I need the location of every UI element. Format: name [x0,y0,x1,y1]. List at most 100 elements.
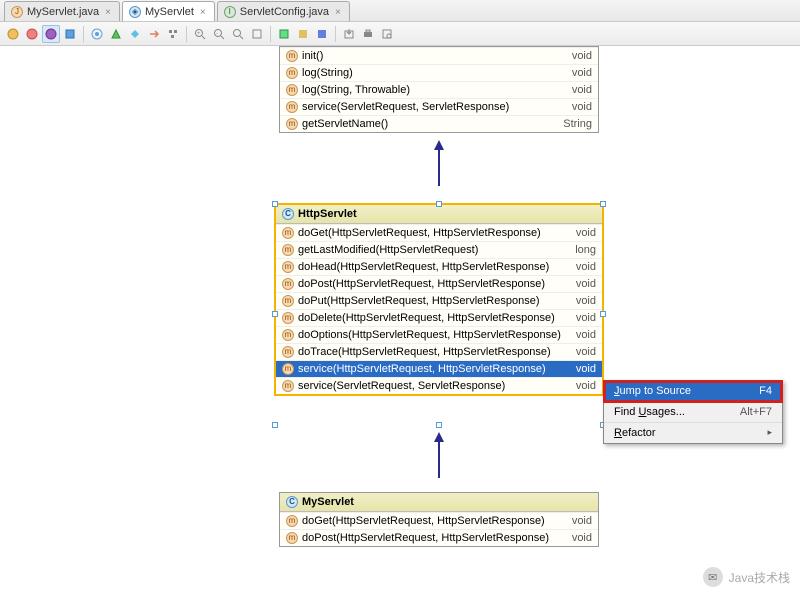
menu-label: Find Usages... [614,406,685,418]
method-icon: m [282,227,294,239]
method-row[interactable]: mdoOptions(HttpServletRequest, HttpServl… [276,326,602,343]
method-signature: getLastModified(HttpServletRequest) [298,244,478,256]
editor-tabbar: J MyServlet.java × ◈ MyServlet × I Servl… [0,0,800,22]
diagram-toolbar: + - [0,22,800,46]
resize-handle[interactable] [436,422,442,428]
zoom-in-icon[interactable]: + [191,25,209,43]
method-row[interactable]: m doPost(HttpServletRequest, HttpServletR… [280,529,598,546]
methods-icon[interactable] [42,25,60,43]
fit-content-icon[interactable] [248,25,266,43]
zoom-out-icon[interactable]: - [210,25,228,43]
apply-layout-icon[interactable] [275,25,293,43]
toolbar-separator [270,26,271,42]
close-icon[interactable]: × [200,7,206,18]
context-menu: Jump to SourceF4 Find Usages... Alt+F7 Refa… [603,380,783,444]
method-icon: m [282,278,294,290]
method-signature: log(String, Throwable) [302,84,410,96]
method-signature: service(ServletRequest, ServletResponse) [298,380,505,392]
toolbar-separator [335,26,336,42]
method-row[interactable]: mgetLastModified(HttpServletRequest)long [276,241,602,258]
toolbar-separator [186,26,187,42]
method-signature: doHead(HttpServletRequest, HttpServletRe… [298,261,549,273]
method-return-type: long [575,244,596,256]
export-icon[interactable] [340,25,358,43]
properties-icon[interactable] [61,25,79,43]
method-row[interactable]: mservice(HttpServletRequest, HttpServlet… [276,360,602,377]
save-icon[interactable] [313,25,331,43]
resize-handle[interactable] [436,201,442,207]
class-node-myservlet[interactable]: C MyServlet mdoGet(HttpServletRequest, H… [279,492,599,547]
method-signature: log(String) [302,67,353,79]
method-row[interactable]: mgetServletName()String [280,115,598,132]
tab-label: MyServlet [145,6,194,18]
watermark: ✉ Java技术栈 [703,567,790,587]
method-icon: m [282,346,294,358]
tab-servletconfig-java[interactable]: I ServletConfig.java × [217,1,350,21]
shortcut-label: Alt+F7 [740,406,772,418]
method-row[interactable]: mdoTrace(HttpServletRequest, HttpServlet… [276,343,602,360]
resize-handle[interactable] [600,311,606,317]
tab-myservlet-java[interactable]: J MyServlet.java × [4,1,120,21]
svg-text:-: - [216,31,218,37]
method-signature: doGet(HttpServletRequest, HttpServletRes… [298,227,541,239]
watermark-text: Java技术栈 [729,569,790,586]
method-row[interactable]: mdoDelete(HttpServletRequest, HttpServle… [276,309,602,326]
method-return-type: void [572,50,592,62]
method-signature: doPost(HttpServletRequest, HttpServletRe… [302,532,549,544]
method-row[interactable]: mdoGet(HttpServletRequest, HttpServletRe… [280,512,598,529]
zoom-actual-icon[interactable] [229,25,247,43]
method-icon: m [282,329,294,341]
layout-icon[interactable] [164,25,182,43]
method-return-type: void [576,261,596,273]
svg-text:+: + [197,31,201,37]
resize-handle[interactable] [272,311,278,317]
fields-icon[interactable] [4,25,22,43]
resize-handle[interactable] [272,201,278,207]
context-menu-item[interactable]: Refactor▸ [604,423,782,443]
toolbar-separator [83,26,84,42]
print-icon[interactable] [359,25,377,43]
interface-icon: I [224,6,236,18]
close-icon[interactable]: × [335,7,341,18]
method-row[interactable]: m service(ServletRequest, ServletResponse… [280,98,598,115]
dependencies-icon[interactable] [145,25,163,43]
method-icon: m [286,532,298,544]
method-return-type: String [563,118,592,130]
print-preview-icon[interactable] [378,25,396,43]
method-row[interactable]: mlog(String)void [280,64,598,81]
tab-label: MyServlet.java [27,6,99,18]
change-scope-icon[interactable] [107,25,125,43]
close-icon[interactable]: × [105,7,111,18]
resize-handle[interactable] [272,422,278,428]
method-row[interactable]: mservice(ServletRequest, ServletResponse… [276,377,602,394]
class-node-httpservlet[interactable]: C HttpServlet mdoGet(HttpServletRequest,… [275,204,603,395]
method-return-type: void [576,295,596,307]
arrow-head-icon [434,140,444,150]
arrow-head-icon [434,432,444,442]
inner-classes-icon[interactable] [88,25,106,43]
context-menu-item[interactable]: Jump to SourceF4 [604,381,782,402]
method-icon: m [286,101,298,113]
method-return-type: void [572,515,592,527]
method-return-type: void [572,84,592,96]
method-signature: service(ServletRequest, ServletResponse) [302,101,509,113]
settings-icon[interactable] [294,25,312,43]
context-menu-item[interactable]: Find Usages... Alt+F7 [604,402,782,423]
method-signature: doDelete(HttpServletRequest, HttpServlet… [298,312,555,324]
method-return-type: void [576,329,596,341]
method-row[interactable]: mlog(String, Throwable)void [280,81,598,98]
class-node-genericservlet[interactable]: minit()voidmlog(String)void m log(String, … [279,46,599,133]
method-return-type: void [576,278,596,290]
method-row[interactable]: mdoPost(HttpServletRequest, HttpServletR… [276,275,602,292]
method-row[interactable]: minit()void [280,47,598,64]
method-icon: m [282,363,294,375]
resize-handle[interactable] [600,201,606,207]
diagram-canvas[interactable]: minit()voidmlog(String)voidmlog(String, … [0,46,800,595]
visibility-icon[interactable] [126,25,144,43]
method-row[interactable]: mdoHead(HttpServletRequest, HttpServletR… [276,258,602,275]
method-return-type: void [576,346,596,358]
constructors-icon[interactable] [23,25,41,43]
method-row[interactable]: mdoPut(HttpServletRequest, HttpServletRe… [276,292,602,309]
method-row[interactable]: m doGet(HttpServletRequest, HttpServletRe… [276,224,602,241]
tab-myservlet-diagram[interactable]: ◈ MyServlet × [122,1,215,21]
